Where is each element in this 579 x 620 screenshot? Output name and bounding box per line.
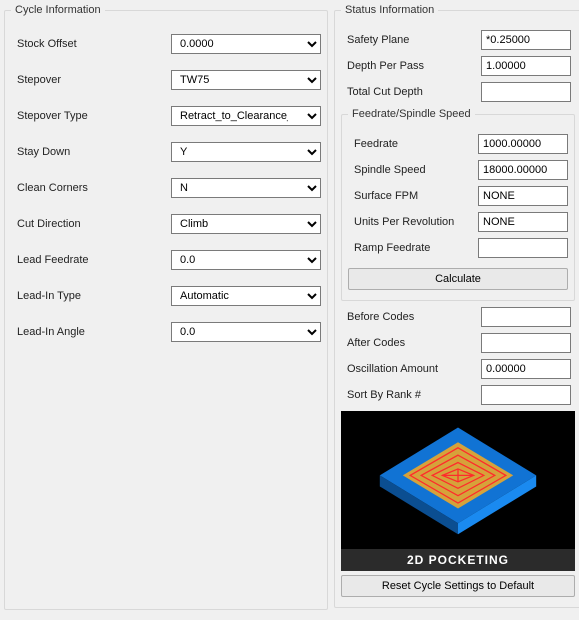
ramp-feedrate-input[interactable] [478,238,568,258]
cut-direction-label: Cut Direction [11,218,171,230]
before-codes-input[interactable] [481,307,571,327]
lead-in-type-label: Lead-In Type [11,290,171,302]
stepover-combo[interactable]: TW75 [171,70,321,90]
stay-down-combo[interactable]: Y [171,142,321,162]
lead-feedrate-label: Lead Feedrate [11,254,171,266]
stock-offset-combo[interactable]: 0.0000 [171,34,321,54]
feedrate-spindle-group: Feedrate/Spindle Speed Feedrate Spindle … [341,108,575,301]
depth-per-pass-input[interactable] [481,56,571,76]
sort-by-rank-input[interactable] [481,385,571,405]
status-information-group: Status Information Safety Plane Depth Pe… [334,4,579,608]
after-codes-label: After Codes [341,337,481,349]
feedrate-input[interactable] [478,134,568,154]
ramp-feedrate-label: Ramp Feedrate [348,242,478,254]
lead-in-angle-combo[interactable]: 0.0 [171,322,321,342]
cycle-information-group: Cycle Information Stock Offset 0.0000 St… [4,4,328,610]
spindle-speed-input[interactable] [478,160,568,180]
lead-in-angle-label: Lead-In Angle [11,326,171,338]
cycle-preview-image: 2D POCKETING [341,411,575,571]
oscillation-amount-label: Oscillation Amount [341,363,481,375]
before-codes-label: Before Codes [341,311,481,323]
sort-by-rank-label: Sort By Rank # [341,389,481,401]
surface-fpm-label: Surface FPM [348,190,478,202]
stock-offset-label: Stock Offset [11,38,171,50]
oscillation-amount-input[interactable] [481,359,571,379]
after-codes-input[interactable] [481,333,571,353]
safety-plane-label: Safety Plane [341,34,481,46]
status-information-legend: Status Information [341,4,438,16]
total-cut-depth-input[interactable] [481,82,571,102]
cut-direction-combo[interactable]: Climb [171,214,321,234]
lead-feedrate-combo[interactable]: 0.0 [171,250,321,270]
units-per-rev-input[interactable] [478,212,568,232]
cycle-information-legend: Cycle Information [11,4,105,16]
depth-per-pass-label: Depth Per Pass [341,60,481,72]
reset-defaults-button[interactable]: Reset Cycle Settings to Default [341,575,575,597]
clean-corners-label: Clean Corners [11,182,171,194]
preview-caption: 2D POCKETING [341,549,575,571]
feedrate-label: Feedrate [348,138,478,150]
clean-corners-combo[interactable]: N [171,178,321,198]
pocketing-preview-icon [341,411,575,549]
lead-in-type-combo[interactable]: Automatic [171,286,321,306]
total-cut-depth-label: Total Cut Depth [341,86,481,98]
calculate-button[interactable]: Calculate [348,268,568,290]
stay-down-label: Stay Down [11,146,171,158]
stepover-label: Stepover [11,74,171,86]
feedrate-spindle-legend: Feedrate/Spindle Speed [348,108,475,120]
surface-fpm-input[interactable] [478,186,568,206]
units-per-rev-label: Units Per Revolution [348,216,478,228]
safety-plane-input[interactable] [481,30,571,50]
spindle-speed-label: Spindle Speed [348,164,478,176]
stepover-type-label: Stepover Type [11,110,171,122]
stepover-type-combo[interactable]: Retract_to_Clearance_Area [171,106,321,126]
